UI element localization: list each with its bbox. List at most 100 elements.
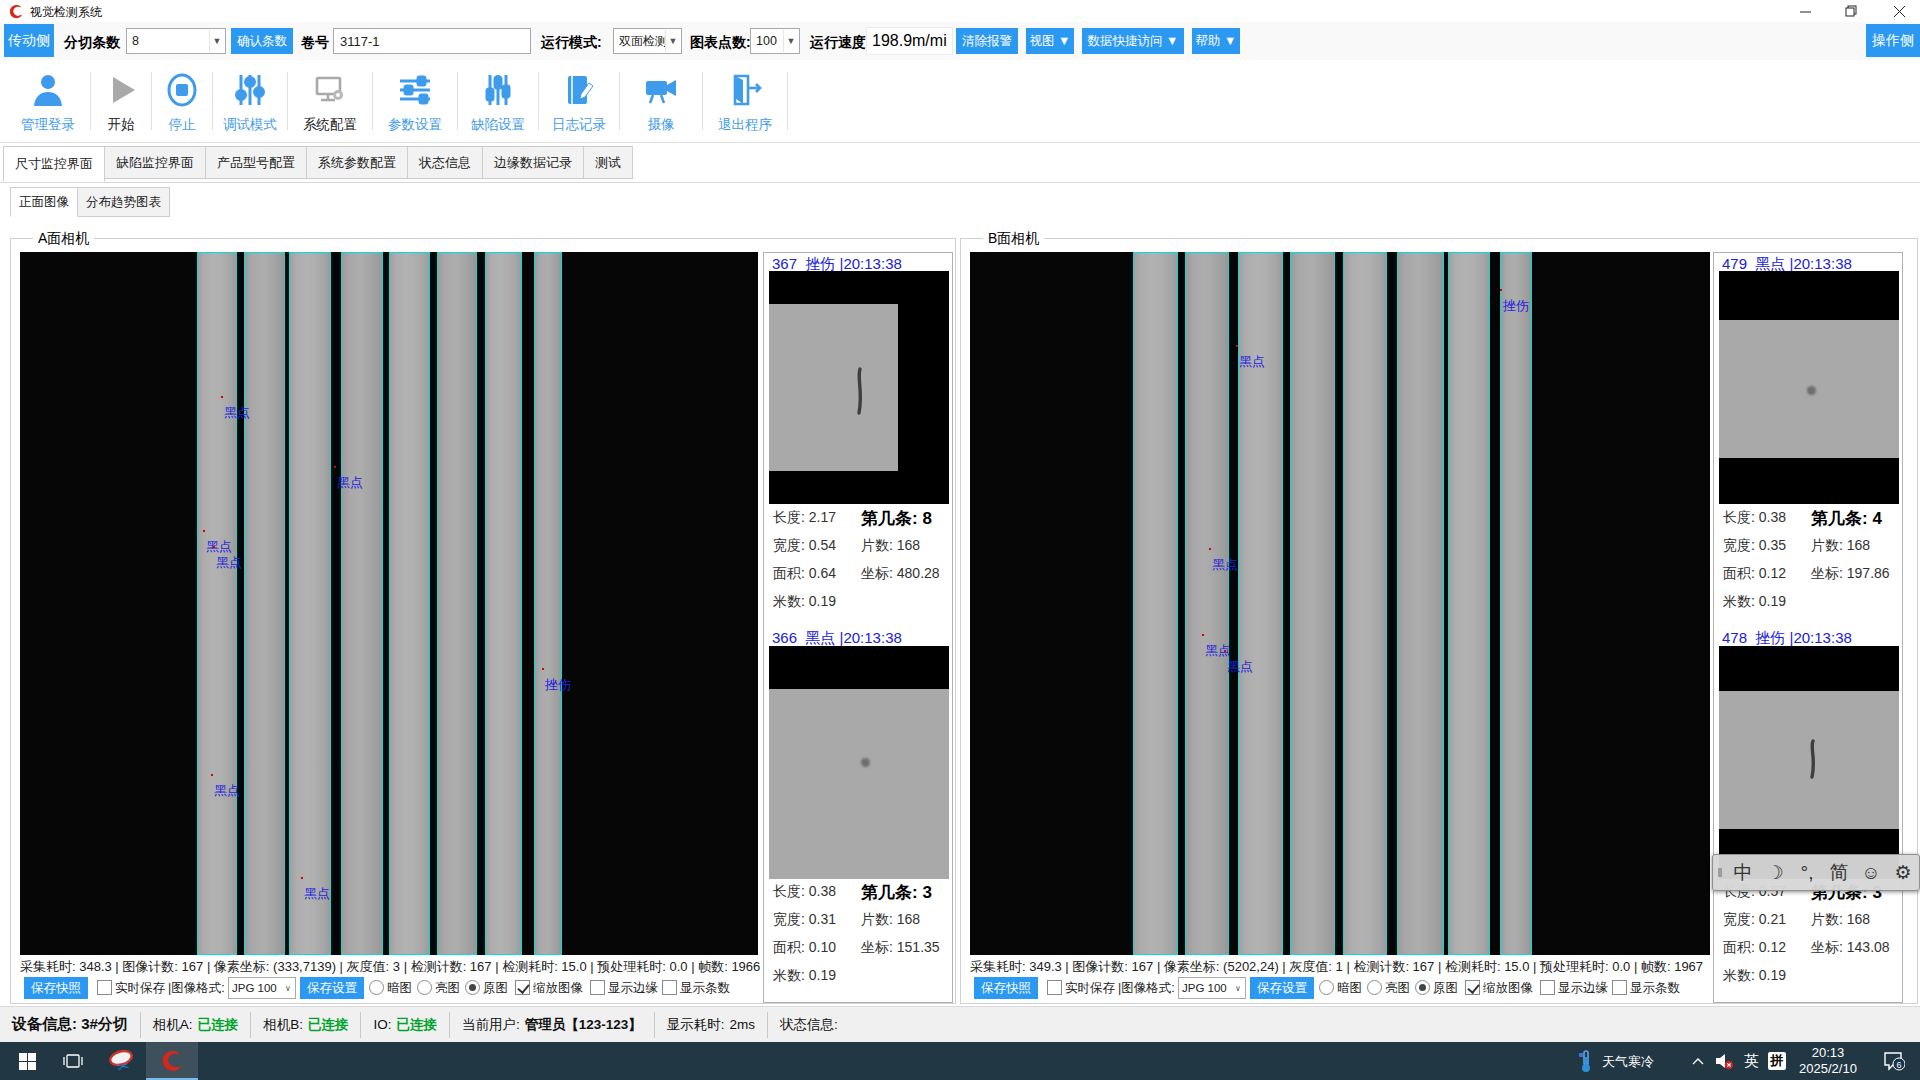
save-settings-button[interactable]: 保存设置 — [1250, 977, 1314, 999]
action-play[interactable]: 开始 — [91, 60, 151, 142]
defect-annotation: 挫伤 — [1503, 297, 1529, 315]
task-view-button[interactable] — [58, 1042, 88, 1080]
action-system[interactable]: 系统配置 — [288, 60, 372, 142]
confirm-count-button[interactable]: 确认条数 — [231, 28, 293, 54]
action-defect[interactable]: 缺陷设置 — [458, 60, 538, 142]
ime-drag-handle[interactable]: ‖ — [1713, 865, 1727, 880]
image-format-select[interactable]: JPG 100∨ — [1178, 977, 1246, 999]
subtab-1[interactable]: 分布趋势图表 — [78, 187, 170, 217]
app-taskbar-tile[interactable] — [146, 1042, 198, 1080]
save-settings-button[interactable]: 保存设置 — [300, 977, 364, 999]
ime-indicator[interactable]: 拼 — [1768, 1052, 1786, 1070]
action-exit[interactable]: 退出程序 — [703, 60, 787, 142]
svg-text:6: 6 — [1897, 1060, 1902, 1070]
ime-settings-icon[interactable]: ⚙ — [1887, 861, 1919, 884]
run-speed-label: 运行速度: — [810, 34, 871, 52]
thermometer-icon[interactable] — [1574, 1042, 1598, 1080]
tab-5[interactable]: 边缘数据记录 — [483, 146, 584, 179]
log-icon — [559, 70, 599, 114]
check-1[interactable]: 显示边缘 — [1540, 980, 1608, 997]
defect-mark — [211, 774, 213, 776]
defect-mark — [213, 546, 215, 548]
stat-3: 米数: 0.19 — [1723, 967, 1786, 985]
minimize-button[interactable] — [1790, 0, 1820, 22]
action-log[interactable]: 日志记录 — [539, 60, 619, 142]
notification-icon[interactable]: 6 — [1878, 1042, 1910, 1080]
image-format-label: |图像格式: — [168, 980, 225, 997]
quick-access-menu-button[interactable]: 数据快捷访问 ▼ — [1082, 28, 1184, 54]
save-snapshot-button[interactable]: 保存快照 — [24, 977, 88, 999]
defect-mark — [221, 396, 223, 398]
action-stop[interactable]: 停止 — [152, 60, 212, 142]
action-debug[interactable]: 调试模式 — [213, 60, 287, 142]
main-tabs: 尺寸监控界面缺陷监控界面产品型号配置系统参数配置状态信息边缘数据记录测试 — [0, 146, 1920, 179]
snipping-tool-icon[interactable]: ✂ — [104, 1042, 140, 1080]
help-menu-button[interactable]: 帮助 ▼ — [1192, 28, 1240, 54]
check-1[interactable]: 显示边缘 — [590, 980, 658, 997]
stat-3: 米数: 0.19 — [773, 593, 836, 611]
stat-coord: 坐标: 197.86 — [1811, 565, 1890, 583]
panel-status-line: 采集耗时: 349.3 | 图像计数: 167 | 像素坐标: (5202,24… — [970, 958, 1703, 976]
realtime-save-checkbox[interactable]: 实时保存 — [1047, 980, 1115, 997]
tray-expand-icon[interactable] — [1688, 1042, 1708, 1080]
weather-text[interactable]: 天气寒冷 — [1602, 1053, 1654, 1071]
radio-0[interactable]: 暗图 — [1319, 980, 1362, 997]
action-params[interactable]: 参数设置 — [373, 60, 457, 142]
defect-annotation: 黑点 — [337, 474, 363, 492]
save-snapshot-button[interactable]: 保存快照 — [974, 977, 1038, 999]
ime-emoji-icon[interactable]: ☺ — [1855, 862, 1887, 884]
run-mode-select[interactable]: 双面检测▼ — [613, 28, 682, 54]
action-camera[interactable]: 摄像 — [620, 60, 702, 142]
ime-moon-icon[interactable]: ☽ — [1759, 861, 1791, 884]
camera-b-status: 相机B:已连接 — [251, 1007, 360, 1042]
operate-side-button[interactable]: 操作侧 — [1866, 24, 1920, 57]
debug-icon — [230, 70, 270, 114]
radio-2[interactable]: 原图 — [465, 980, 508, 997]
radio-0[interactable]: 暗图 — [369, 980, 412, 997]
ime-punctuation[interactable]: °, — [1791, 862, 1823, 884]
realtime-save-checkbox[interactable]: 实时保存 — [97, 980, 165, 997]
film-strip — [1448, 252, 1490, 955]
tab-0[interactable]: 尺寸监控界面 — [3, 146, 105, 182]
close-button[interactable] — [1884, 0, 1914, 22]
slit-count-select[interactable]: 8▼ — [126, 28, 226, 54]
tab-3[interactable]: 系统参数配置 — [307, 146, 408, 179]
radio-2[interactable]: 原图 — [1415, 980, 1458, 997]
action-user[interactable]: 管理登录 — [6, 60, 90, 142]
language-indicator[interactable]: 英 — [1744, 1052, 1759, 1071]
defect-mark — [542, 668, 544, 670]
defect-streak — [849, 365, 869, 423]
radio-1[interactable]: 亮图 — [1367, 980, 1410, 997]
check-0[interactable]: 缩放图像 — [515, 980, 583, 997]
check-2[interactable]: 显示条数 — [1612, 980, 1680, 997]
camera-image-a: 黑点黑点黑点黑点挫伤黑点黑点 — [20, 252, 758, 955]
subtab-0[interactable]: 正面图像 — [10, 187, 78, 217]
roll-input[interactable]: 3117-1 — [333, 28, 531, 54]
restore-button[interactable] — [1836, 0, 1866, 22]
action-label: 开始 — [108, 116, 135, 134]
check-0[interactable]: 缩放图像 — [1465, 980, 1533, 997]
start-button[interactable] — [12, 1042, 42, 1080]
tab-6[interactable]: 测试 — [584, 146, 633, 179]
defect-gray-area — [769, 689, 949, 879]
image-format-select[interactable]: JPG 100∨ — [228, 977, 296, 999]
chart-points-select[interactable]: 100▼ — [750, 28, 800, 54]
radio-1[interactable]: 亮图 — [417, 980, 460, 997]
clear-alarm-button[interactable]: 清除报警 — [956, 28, 1018, 54]
view-menu-button[interactable]: 视图 ▼ — [1026, 28, 1074, 54]
ime-toolbar[interactable]: ‖ 中 ☽ °, 简 ☺ ⚙ — [1712, 854, 1920, 891]
check-2[interactable]: 显示条数 — [662, 980, 730, 997]
tab-4[interactable]: 状态信息 — [408, 146, 483, 179]
title-bar: 视觉检测系统 — [0, 0, 1920, 22]
defect-card-column: 367 挫伤 |20:13:38长度: 2.17宽度: 0.54面积: 0.64… — [763, 252, 953, 1003]
volume-muted-icon[interactable] — [1712, 1042, 1738, 1080]
drive-side-button[interactable]: 传动侧 — [4, 24, 54, 57]
tab-2[interactable]: 产品型号配置 — [206, 146, 307, 179]
stat-strip: 第几条: 3 — [861, 881, 932, 904]
action-label: 缺陷设置 — [471, 116, 525, 134]
taskbar-clock[interactable]: 20:132025/2/10 — [1788, 1045, 1868, 1077]
action-icon-bar: 管理登录开始停止调试模式系统配置参数设置缺陷设置日志记录摄像退出程序 — [0, 60, 1920, 143]
ime-chinese-mode[interactable]: 中 — [1727, 860, 1759, 886]
ime-simplified[interactable]: 简 — [1823, 860, 1855, 886]
tab-1[interactable]: 缺陷监控界面 — [105, 146, 206, 179]
